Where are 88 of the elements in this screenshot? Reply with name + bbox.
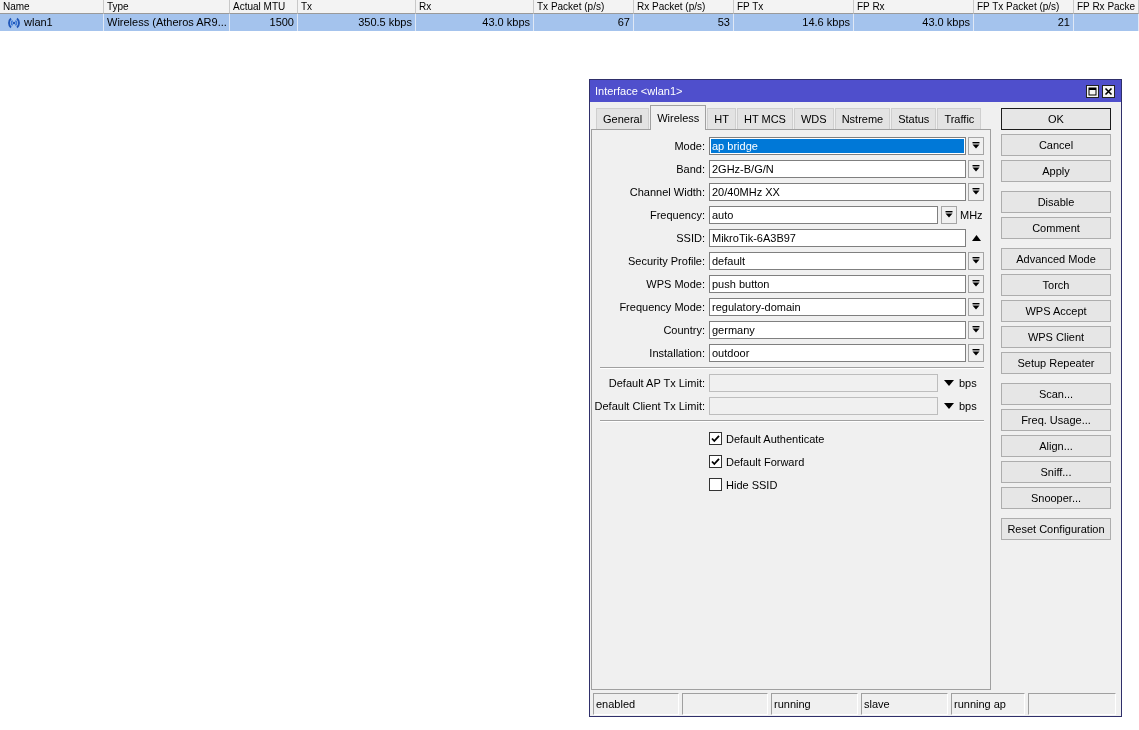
dialog-button[interactable]: Disable [1001, 191, 1111, 213]
dialog-button[interactable]: Align... [1001, 435, 1111, 457]
dropdown-field[interactable]: germany [709, 321, 966, 339]
checkbox-label: Default Forward [726, 455, 805, 468]
dropdown-field[interactable]: regulatory-domain [709, 298, 966, 316]
table-cell: 1500 [230, 14, 298, 31]
unit-label: bps [959, 400, 978, 412]
field-label: WPS Mode: [645, 278, 705, 290]
table-cell: 53 [634, 14, 734, 31]
wireless-icon [7, 16, 21, 29]
unit-label: bps [959, 377, 978, 389]
table-cell-text: wlan1 [24, 15, 53, 30]
dialog-button[interactable]: WPS Accept [1001, 300, 1111, 322]
dialog-button[interactable]: Scan... [1001, 383, 1111, 405]
table-header[interactable]: FP Rx Packe [1074, 0, 1139, 14]
tab[interactable]: WDS [793, 108, 834, 129]
dialog-button[interactable]: Comment [1001, 217, 1111, 239]
dialog-button[interactable]: Torch [1001, 274, 1111, 296]
dropdown-field[interactable]: ap bridge [709, 137, 966, 155]
status-cell: running [771, 693, 858, 715]
field-label: Installation: [648, 347, 705, 359]
tab[interactable]: Wireless [650, 105, 707, 130]
table-header[interactable]: Type [104, 0, 230, 14]
table-header[interactable]: Rx [416, 0, 534, 14]
field-label: Channel Width: [628, 186, 705, 198]
field-label: Mode: [673, 140, 705, 152]
field-label: Frequency: [648, 209, 705, 221]
window-title: Interface <wlan1> [595, 85, 684, 97]
table-header[interactable]: FP Tx [734, 0, 854, 14]
table-header[interactable]: FP Rx [854, 0, 974, 14]
tab[interactable]: General [596, 108, 650, 129]
table-header[interactable]: Name [0, 0, 104, 14]
checkbox[interactable] [709, 478, 722, 491]
tab[interactable]: Nstreme [834, 108, 891, 129]
tab[interactable]: HT [707, 108, 736, 129]
dialog-button[interactable]: Reset Configuration [1001, 518, 1111, 540]
up-triangle-icon[interactable] [971, 235, 981, 241]
dialog-button[interactable]: OK [1001, 108, 1111, 130]
checkbox-label: Hide SSID [726, 478, 778, 491]
table-row[interactable]: wlan1 Wireless (Atheros AR9... 1500 350.5 kbps 43.0 kbps 67 53 14.6 kbps 43.0 kbps 21 [0, 14, 1139, 31]
dropdown-field[interactable]: 20/40MHz XX [709, 183, 966, 201]
down-triangle-icon[interactable] [944, 403, 954, 409]
table-header[interactable]: Rx Packet (p/s) [634, 0, 734, 14]
dialog-button[interactable]: Cancel [1001, 134, 1111, 156]
field-label: Frequency Mode: [618, 301, 705, 313]
field-label: Default AP Tx Limit: [607, 377, 705, 389]
table-header[interactable]: Tx [298, 0, 416, 14]
table-header[interactable]: FP Tx Packet (p/s) [974, 0, 1074, 14]
table-header[interactable]: Tx Packet (p/s) [534, 0, 634, 14]
unit-label: MHz [960, 209, 984, 221]
checkbox[interactable] [709, 432, 722, 445]
tab[interactable]: Traffic [937, 108, 982, 129]
dropdown-field[interactable]: 2GHz-B/G/N [709, 160, 966, 178]
table-cell: 350.5 kbps [298, 14, 416, 31]
status-cell: enabled [593, 693, 679, 715]
maximize-icon[interactable] [1086, 84, 1099, 98]
table-cell: 67 [534, 14, 634, 31]
status-cell: running ap [951, 693, 1025, 715]
table-cell: 21 [974, 14, 1074, 31]
dialog-button[interactable]: Freq. Usage... [1001, 409, 1111, 431]
table-cell: 43.0 kbps [416, 14, 534, 31]
dialog-button[interactable]: Advanced Mode [1001, 248, 1111, 270]
checkbox-label: Default Authenticate [726, 432, 825, 445]
dialog-button[interactable]: Sniff... [1001, 461, 1111, 483]
dialog-button[interactable]: WPS Client [1001, 326, 1111, 348]
tab[interactable]: HT MCS [737, 108, 793, 129]
dropdown-field[interactable]: default [709, 252, 966, 270]
text-field[interactable]: MikroTik-6A3B97 [709, 229, 966, 247]
tab[interactable]: Status [891, 108, 937, 129]
table-cell: 43.0 kbps [854, 14, 974, 31]
field-label: Band: [675, 163, 705, 175]
dialog-button[interactable]: Apply [1001, 160, 1111, 182]
table-header[interactable]: Actual MTU [230, 0, 298, 14]
field-label: Security Profile: [626, 255, 705, 267]
table-cell: Wireless (Atheros AR9... [104, 14, 230, 31]
dialog-button[interactable]: Setup Repeater [1001, 352, 1111, 374]
dropdown-field[interactable]: outdoor [709, 344, 966, 362]
field-label: Default Client Tx Limit: [593, 400, 705, 412]
field-label: Country: [662, 324, 705, 336]
close-icon[interactable] [1102, 84, 1115, 98]
dialog-button[interactable]: Snooper... [1001, 487, 1111, 509]
status-cell: slave [861, 693, 948, 715]
table-cell: 14.6 kbps [734, 14, 854, 31]
dropdown-field[interactable]: push button [709, 275, 966, 293]
dropdown-field[interactable]: auto [709, 206, 938, 224]
field-label: SSID: [675, 232, 705, 244]
down-triangle-icon[interactable] [944, 380, 954, 386]
checkbox[interactable] [709, 455, 722, 468]
